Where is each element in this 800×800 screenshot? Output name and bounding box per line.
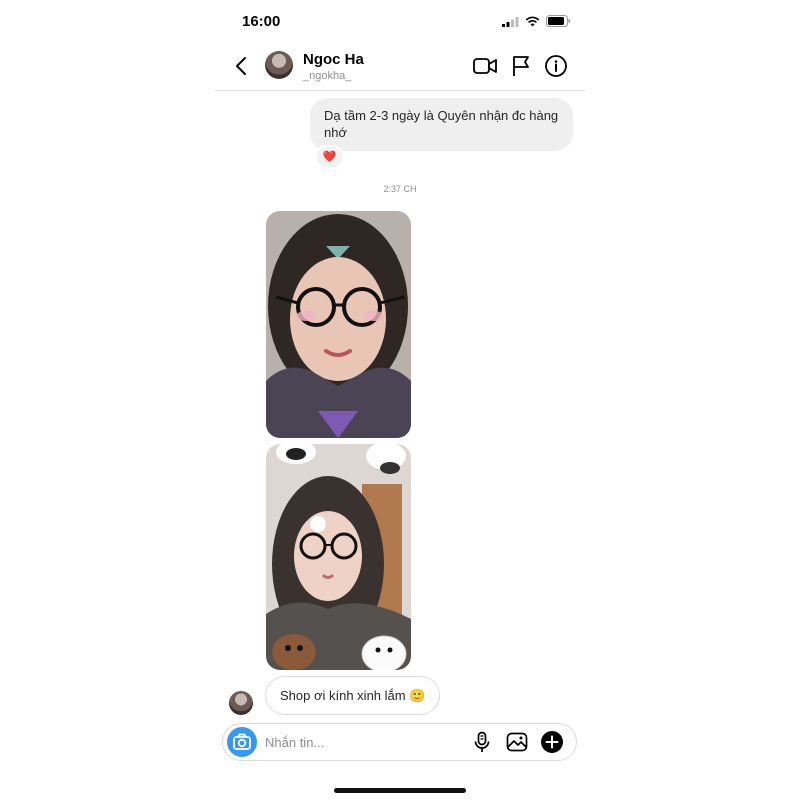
- heart-reaction-icon[interactable]: ❤️: [315, 145, 344, 169]
- status-bar: 16:00: [215, 0, 585, 44]
- conversation-header: Ngoc Ha _ngokha_: [215, 44, 585, 91]
- home-indicator[interactable]: [334, 788, 466, 793]
- avatar[interactable]: [265, 51, 293, 79]
- gallery-icon[interactable]: [505, 730, 529, 754]
- microphone-icon[interactable]: [470, 730, 494, 754]
- message-timestamp: 2:37 CH: [383, 184, 417, 194]
- status-icons: [502, 15, 571, 27]
- flag-icon[interactable]: [508, 53, 534, 79]
- video-call-icon[interactable]: [472, 53, 498, 79]
- outgoing-message[interactable]: Dạ tầm 2-3 ngày là Quyên nhận đc hàng nh…: [310, 98, 573, 151]
- incoming-message[interactable]: Shop ơi kính xinh lắm 🙂: [265, 676, 441, 715]
- contact-handle: _ngokha_: [303, 70, 352, 82]
- dm-screen: 16:00 Ngoc Ha _ngokha_ Dạ tầm 2-3 ngày l…: [215, 0, 585, 800]
- info-icon[interactable]: [543, 53, 569, 79]
- avatar-small[interactable]: [229, 691, 253, 715]
- selfie-image-1: [266, 211, 411, 438]
- selfie-image-2: [266, 444, 411, 670]
- contact-name[interactable]: Ngoc Ha: [303, 51, 364, 68]
- chevron-left-icon[interactable]: [232, 55, 252, 77]
- wifi-icon: [525, 16, 540, 27]
- status-time: 16:00: [242, 13, 281, 30]
- message-composer: [222, 723, 577, 761]
- battery-icon: [546, 15, 571, 27]
- message-input[interactable]: [265, 732, 455, 752]
- plus-circle-icon[interactable]: [540, 730, 564, 754]
- shared-photo-selfie-1[interactable]: [266, 211, 411, 438]
- shared-photo-selfie-2[interactable]: [266, 444, 411, 670]
- camera-icon: [233, 733, 251, 750]
- cellular-signal-icon: [502, 17, 519, 27]
- camera-button[interactable]: [227, 727, 257, 757]
